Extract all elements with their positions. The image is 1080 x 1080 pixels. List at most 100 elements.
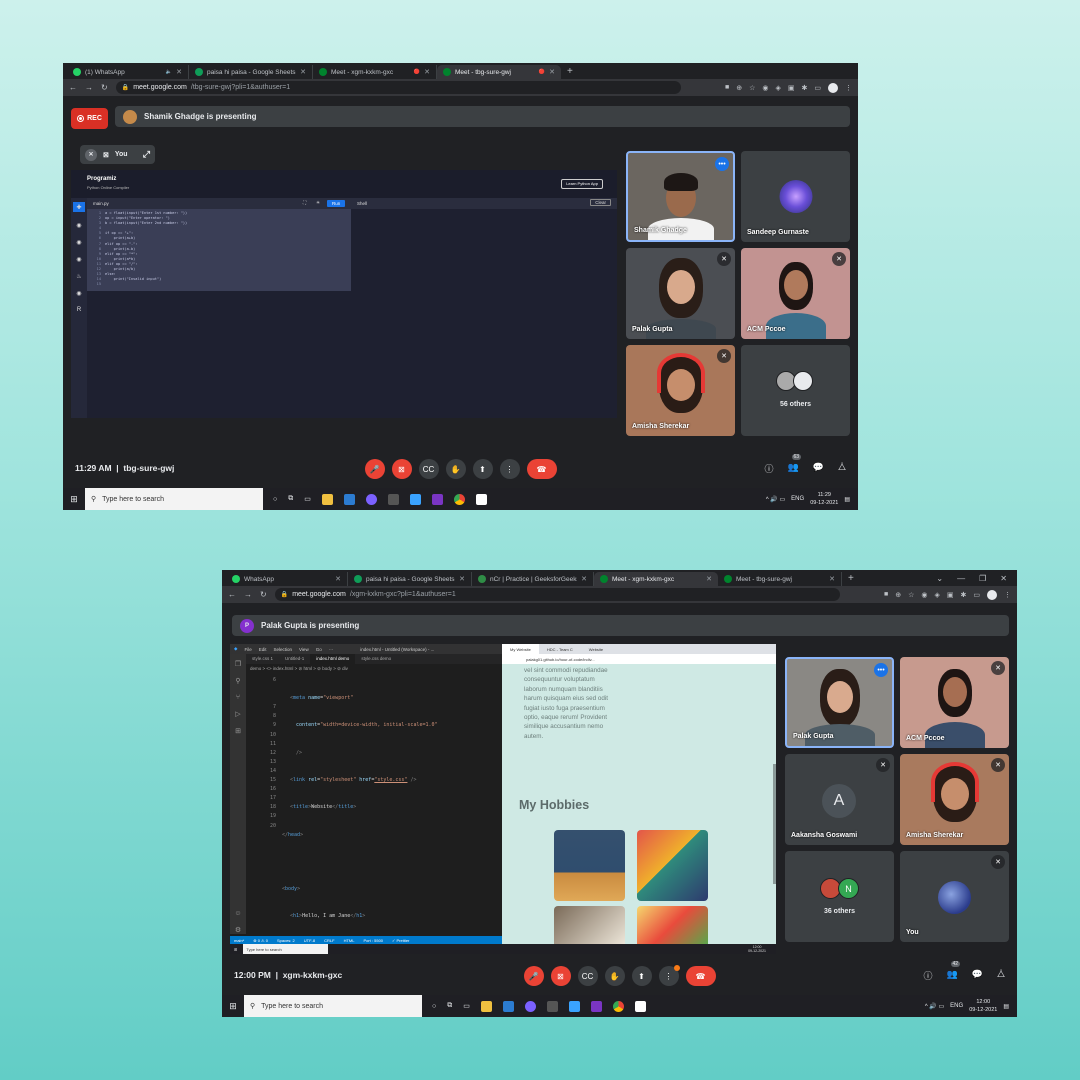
status-item[interactable]: UTF-8: [304, 938, 315, 943]
camera-toggle-button[interactable]: ⊠: [391, 459, 412, 479]
menu-item[interactable]: Edit: [259, 647, 267, 652]
forward-icon[interactable]: →: [85, 83, 93, 92]
share-icon[interactable]: ⊕: [736, 84, 742, 92]
app-icon[interactable]: [524, 1000, 536, 1012]
expand-icon[interactable]: ⤢: [143, 149, 150, 160]
menu-item[interactable]: Selection: [274, 647, 293, 652]
participant-tile[interactable]: ✕ Amisha Sherekar: [900, 754, 1009, 845]
vscode-menu[interactable]: File Edit Selection View Go ···: [244, 647, 333, 652]
onenote-icon[interactable]: [590, 1000, 602, 1012]
close-tab-icon[interactable]: ✕: [335, 575, 341, 583]
mic-toggle-button[interactable]: 🎤: [364, 459, 385, 479]
forward-icon[interactable]: →: [244, 590, 252, 599]
participant-tile[interactable]: ✕ Palak Gupta: [626, 248, 735, 339]
close-tab-icon[interactable]: ✕: [176, 68, 182, 76]
menu-item[interactable]: Go: [316, 647, 322, 652]
browser-tab[interactable]: Meet - tbg-sure-gwj 🔴 ✕: [437, 65, 561, 79]
status-item[interactable]: Port : 5500: [363, 938, 383, 943]
tray-icons[interactable]: ^ 🔊 ▭: [925, 1003, 944, 1010]
task-view-icon[interactable]: ⧉: [288, 495, 293, 503]
close-tab-icon[interactable]: ✕: [829, 575, 835, 583]
notion-icon[interactable]: [475, 493, 487, 505]
url-field[interactable]: 🔒 meet.google.com/xgm-kxkm-gxc?pli=1&aut…: [274, 588, 840, 601]
activities-icon[interactable]: ⧊: [838, 462, 846, 475]
menu-icon[interactable]: ⋮: [845, 84, 852, 92]
chrome-icon[interactable]: [612, 1000, 624, 1012]
tab-search-icon[interactable]: ⌄: [936, 574, 943, 583]
browser-tab[interactable]: Meet - tbg-sure-gwj ✕: [718, 572, 842, 586]
menu-icon[interactable]: ⋮: [1004, 591, 1011, 599]
extension-icon[interactable]: ▣: [788, 84, 795, 92]
lang-icon[interactable]: ◉: [76, 290, 81, 297]
terminal-icon[interactable]: ▭: [463, 1002, 470, 1010]
participant-tile[interactable]: ••• Palak Gupta: [785, 657, 894, 748]
people-icon[interactable]: 👥 63: [788, 454, 802, 475]
inner-browser-tab[interactable]: HDC - Team C: [539, 644, 581, 654]
app-icon[interactable]: [409, 493, 421, 505]
info-icon[interactable]: ⓘ: [924, 969, 933, 982]
back-icon[interactable]: ←: [228, 590, 236, 599]
share-icon[interactable]: ⊕: [895, 591, 901, 599]
present-button[interactable]: ⬆: [631, 966, 652, 986]
notifications-icon[interactable]: ▤: [1003, 1003, 1009, 1010]
browser-tab[interactable]: WhatsApp ✕: [226, 572, 348, 586]
raise-hand-button[interactable]: ✋: [604, 966, 625, 986]
profile-avatar[interactable]: [828, 82, 838, 93]
clear-button[interactable]: Clear: [590, 199, 611, 206]
raise-hand-button[interactable]: ✋: [445, 459, 466, 479]
status-item[interactable]: main*: [234, 938, 244, 943]
close-tab-icon[interactable]: ✕: [549, 68, 555, 76]
camera-icon[interactable]: ■: [884, 591, 888, 598]
leave-call-button[interactable]: ☎: [685, 966, 716, 986]
participant-tile[interactable]: 56 others: [741, 345, 850, 436]
extension-icon[interactable]: ◈: [775, 84, 780, 92]
puzzle-icon[interactable]: ✱: [802, 84, 808, 92]
chat-icon[interactable]: 💬: [813, 462, 824, 475]
editor-tab[interactable]: style.css demo: [355, 654, 397, 664]
extension-icon[interactable]: ◈: [934, 591, 939, 599]
star-icon[interactable]: ☆: [908, 591, 914, 599]
extension-icon[interactable]: ▣: [947, 591, 954, 599]
notifications-icon[interactable]: ▤: [844, 496, 850, 503]
browser-tab[interactable]: Meet - xgm-kxkm-gxc ✕: [594, 572, 718, 586]
app-icon[interactable]: [546, 1000, 558, 1012]
status-item[interactable]: HTML: [344, 938, 355, 943]
app-icon[interactable]: [568, 1000, 580, 1012]
star-icon[interactable]: ☆: [749, 84, 755, 92]
new-tab-icon[interactable]: +: [561, 66, 579, 77]
cast-icon[interactable]: ▭: [973, 591, 980, 599]
cortana-icon[interactable]: ○: [273, 496, 277, 503]
participant-tile[interactable]: ✕ You: [900, 851, 1009, 942]
editor-tab[interactable]: style.css 1: [246, 654, 279, 664]
more-options-icon[interactable]: •••: [874, 663, 888, 677]
fullscreen-icon[interactable]: ⛶: [303, 200, 306, 205]
code-editor[interactable]: 1a = float(input("Enter 1st number: ")) 2…: [87, 209, 351, 291]
windows-start-icon[interactable]: ⊞: [63, 494, 85, 505]
reload-icon[interactable]: ↻: [101, 83, 108, 92]
learn-python-button[interactable]: Learn Python App: [561, 179, 603, 189]
camera-icon[interactable]: ■: [725, 84, 729, 91]
browser-tab[interactable]: nCr | Practice | GeeksforGeeks ✕: [472, 572, 594, 586]
lang-icon[interactable]: ◉: [76, 256, 81, 263]
theme-icon[interactable]: ☀: [316, 200, 320, 206]
python-icon[interactable]: ✚: [73, 202, 85, 212]
menu-item[interactable]: ···: [329, 647, 334, 652]
browser-tab[interactable]: paisa hi paisa - Google Sheets ✕: [348, 572, 472, 586]
maximize-icon[interactable]: ❐: [979, 574, 986, 583]
activities-icon[interactable]: ⧊: [997, 969, 1005, 982]
url-field[interactable]: 🔒 meet.google.com/tbg-sure-gwj?pli=1&aut…: [115, 81, 681, 94]
run-button[interactable]: Run: [327, 200, 346, 207]
more-options-button[interactable]: ⋮: [499, 459, 520, 479]
run-debug-icon[interactable]: ▷: [235, 710, 240, 718]
status-item[interactable]: ⊗ 0 ⚠ 0: [253, 938, 268, 943]
editor-tab[interactable]: Untitled-1: [279, 654, 310, 664]
inner-browser-tab[interactable]: My Website: [502, 644, 539, 654]
present-button[interactable]: ⬆: [472, 459, 493, 479]
self-view-chip[interactable]: ✕ ⊠ You ⤢: [80, 145, 155, 164]
taskbar-search[interactable]: ⚲ Type here to search: [85, 488, 263, 510]
participant-tile[interactable]: ✕ Amisha Sherekar: [626, 345, 735, 436]
taskbar-search[interactable]: ⚲ Type here to search: [244, 995, 422, 1017]
app-icon[interactable]: [365, 493, 377, 505]
onenote-icon[interactable]: [431, 493, 443, 505]
file-explorer-icon[interactable]: [321, 493, 333, 505]
